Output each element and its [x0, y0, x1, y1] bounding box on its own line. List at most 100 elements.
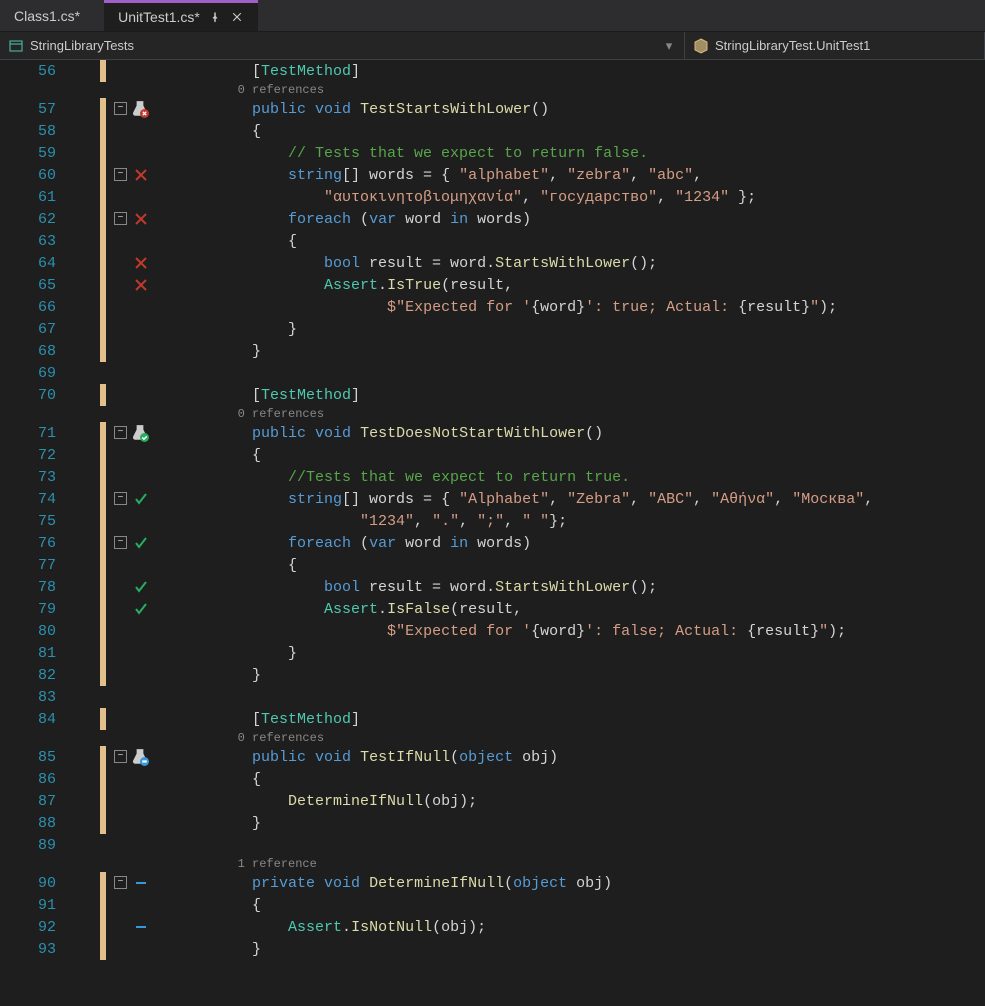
code-line[interactable]: − string[] words = { "alphabet", "zebra"… [114, 164, 985, 186]
tab-label: UnitTest1.cs* [118, 9, 200, 25]
nav-class-label: StringLibraryTest.UnitTest1 [715, 38, 870, 53]
code-line[interactable] [114, 362, 985, 384]
pin-icon[interactable] [208, 10, 222, 24]
fold-toggle[interactable]: − [114, 426, 127, 439]
code-content[interactable]: [TestMethod] 0 references − public void … [114, 60, 985, 1006]
line-number: 60 [0, 167, 70, 184]
codelens-text[interactable]: 0 references [238, 83, 324, 97]
code-line[interactable]: $"Expected for '{word}': false; Actual: … [114, 620, 985, 642]
code-line[interactable] [114, 834, 985, 856]
code-line[interactable]: } [114, 664, 985, 686]
tab-label: Class1.cs* [14, 8, 80, 24]
code-line[interactable]: } [114, 642, 985, 664]
token-string: "Expected for ' [396, 299, 531, 316]
code-line[interactable]: } [114, 340, 985, 362]
line-number: 80 [0, 623, 70, 640]
code-line[interactable]: { [114, 768, 985, 790]
fold-toggle[interactable]: − [114, 212, 127, 225]
token-kw: var [369, 211, 396, 228]
code-line[interactable]: [TestMethod] [114, 384, 985, 406]
token-string: "alphabet" [459, 167, 549, 184]
code-line[interactable]: // Tests that we expect to return false. [114, 142, 985, 164]
code-line[interactable]: { [114, 444, 985, 466]
tab-unittest1[interactable]: UnitTest1.cs* [104, 0, 258, 31]
check-pass-icon [134, 602, 148, 616]
code-line[interactable]: − public void TestStartsWithLower() [114, 98, 985, 120]
change-marker-column [92, 60, 114, 1006]
code-line[interactable]: Assert.IsFalse(result, [114, 598, 985, 620]
line-number: 81 [0, 645, 70, 662]
nav-class-dropdown[interactable]: StringLibraryTest.UnitTest1 [685, 32, 985, 59]
code-line[interactable]: //Tests that we expect to return true. [114, 466, 985, 488]
codelens[interactable]: 1 reference [114, 856, 985, 872]
fold-toggle[interactable]: − [114, 536, 127, 549]
token-attr: TestMethod [261, 63, 351, 80]
codelens-text[interactable]: 0 references [238, 731, 324, 745]
token-kw: object [513, 875, 567, 892]
line-number: 72 [0, 447, 70, 464]
tab-class1[interactable]: Class1.cs* [0, 0, 94, 31]
code-line[interactable]: Assert.IsNotNull(obj); [114, 916, 985, 938]
token-string: "Αθήνα" [711, 491, 774, 508]
line-number: 70 [0, 387, 70, 404]
code-line[interactable]: − string[] words = { "Alphabet", "Zebra"… [114, 488, 985, 510]
fold-toggle[interactable]: − [114, 168, 127, 181]
navigation-bar: StringLibraryTests ▾ StringLibraryTest.U… [0, 32, 985, 60]
code-line[interactable]: { [114, 894, 985, 916]
token-kw: object [459, 749, 513, 766]
code-editor[interactable]: 56 57 58 59 60 61 62 63 64 65 66 67 68 6… [0, 60, 985, 1006]
code-line[interactable]: Assert.IsTrue(result, [114, 274, 985, 296]
line-number: 86 [0, 771, 70, 788]
token-string: "1234" [360, 513, 414, 530]
fold-toggle[interactable]: − [114, 876, 127, 889]
code-line[interactable] [114, 686, 985, 708]
token-kw: void [315, 749, 351, 766]
line-number: 67 [0, 321, 70, 338]
code-line[interactable]: $"Expected for '{word}': true; Actual: {… [114, 296, 985, 318]
fold-toggle[interactable]: − [114, 102, 127, 115]
nav-project-dropdown[interactable]: StringLibraryTests ▾ [0, 32, 685, 59]
token-string: "zebra" [567, 167, 630, 184]
codelens[interactable]: 0 references [114, 82, 985, 98]
code-line[interactable]: { [114, 120, 985, 142]
token-type: Assert [324, 601, 378, 618]
token-attr: TestMethod [261, 711, 351, 728]
codelens[interactable]: 0 references [114, 730, 985, 746]
code-line[interactable]: "1234", ".", ";", " "}; [114, 510, 985, 532]
token-method: TestStartsWithLower [360, 101, 531, 118]
token-comment: //Tests that we expect to return true. [288, 469, 630, 486]
fold-toggle[interactable]: − [114, 492, 127, 505]
project-icon [8, 38, 24, 54]
code-line[interactable]: } [114, 812, 985, 834]
code-line[interactable]: − public void TestIfNull(object obj) [114, 746, 985, 768]
codelens-text[interactable]: 0 references [238, 407, 324, 421]
token-string: ";" [477, 513, 504, 530]
change-marker [100, 422, 106, 686]
code-line[interactable]: bool result = word.StartsWithLower(); [114, 576, 985, 598]
codelens[interactable]: 0 references [114, 406, 985, 422]
token-kw: void [324, 875, 360, 892]
token-method: IsFalse [387, 601, 450, 618]
code-line[interactable]: − foreach (var word in words) [114, 532, 985, 554]
line-number: 78 [0, 579, 70, 596]
code-line[interactable]: [TestMethod] [114, 60, 985, 82]
token-string: ': true; Actual: [585, 299, 738, 316]
code-line[interactable]: − private void DetermineIfNull(object ob… [114, 872, 985, 894]
code-line[interactable]: bool result = word.StartsWithLower(); [114, 252, 985, 274]
code-line[interactable]: − foreach (var word in words) [114, 208, 985, 230]
code-line[interactable]: } [114, 318, 985, 340]
token-string: "Zebra" [567, 491, 630, 508]
code-line[interactable]: DetermineIfNull(obj); [114, 790, 985, 812]
line-number: 61 [0, 189, 70, 206]
code-line[interactable]: − public void TestDoesNotStartWithLower(… [114, 422, 985, 444]
close-icon[interactable] [230, 10, 244, 24]
code-line[interactable]: [TestMethod] [114, 708, 985, 730]
code-line[interactable]: { [114, 230, 985, 252]
fold-toggle[interactable]: − [114, 750, 127, 763]
token-string: "." [432, 513, 459, 530]
code-line[interactable]: } [114, 938, 985, 960]
code-line[interactable]: "αυτοκινητοβιομηχανία", "государство", "… [114, 186, 985, 208]
code-line[interactable]: { [114, 554, 985, 576]
token-string: "Москва" [792, 491, 864, 508]
codelens-text[interactable]: 1 reference [238, 857, 317, 871]
